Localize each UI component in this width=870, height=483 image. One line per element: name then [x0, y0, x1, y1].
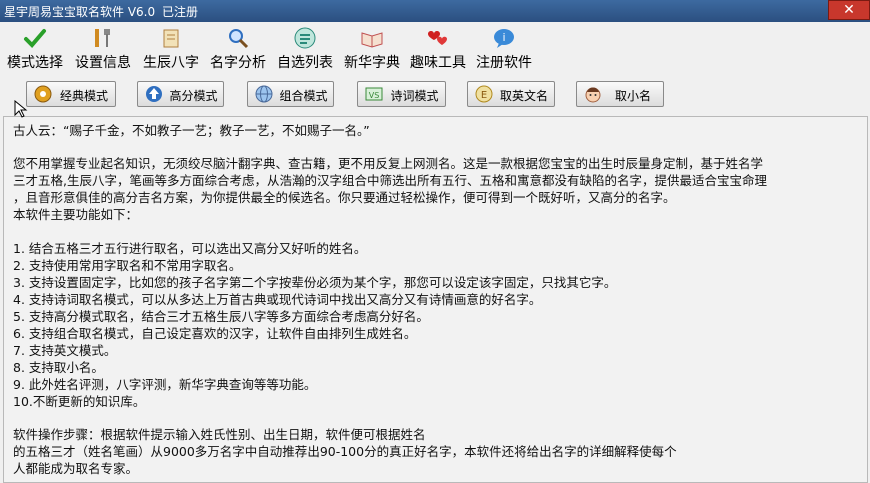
registration-status: 已注册 — [162, 5, 199, 19]
toolbar-item-name-analysis[interactable]: 名字分析 — [205, 24, 271, 71]
toolbar-item-label: 模式选择 — [7, 55, 63, 71]
poetry-mode-button[interactable]: VS 诗词模式 — [357, 81, 446, 107]
toolbar-item-label: 新华字典 — [344, 55, 400, 71]
toolbar-item-mode-select[interactable]: 模式选择 — [2, 24, 68, 71]
book-icon — [361, 32, 383, 48]
baby-icon — [585, 87, 601, 103]
english-icon: E — [475, 85, 493, 103]
nickname-button[interactable]: 取小名 — [576, 81, 664, 107]
classic-mode-button[interactable]: 经典模式 — [26, 81, 116, 107]
globe-icon — [255, 85, 273, 103]
check-icon — [24, 29, 46, 48]
english-name-button[interactable]: E 取英文名 — [467, 81, 555, 107]
gear-icon — [34, 85, 52, 103]
toolbar-item-label: 名字分析 — [210, 55, 266, 71]
toolbar-item-birth-chart[interactable]: 生辰八字 — [138, 24, 204, 71]
intro-text-panel[interactable]: 古人云：“赐子千金，不如教子一艺；教子一艺，不如赐子一名。” 您不用掌握专业起名… — [3, 116, 868, 483]
window-title: 星宇周易宝宝取名软件 V6.0 — [4, 5, 156, 19]
toolbar-item-settings[interactable]: 设置信息 — [70, 24, 136, 71]
toolbar-item-label: 自选列表 — [277, 55, 333, 71]
high-score-mode-button[interactable]: 高分模式 — [137, 81, 224, 107]
toolbar-item-fun-tools[interactable]: 趣味工具 — [405, 24, 471, 71]
tools-icon — [95, 29, 110, 47]
list-icon — [294, 27, 316, 49]
mouse-cursor-icon — [14, 100, 28, 118]
hearts-icon — [428, 31, 447, 45]
close-button[interactable]: ✕ — [828, 0, 870, 20]
toolbar-item-custom-list[interactable]: 自选列表 — [272, 24, 338, 71]
svg-text:VS: VS — [369, 91, 380, 100]
toolbar-item-label: 生辰八字 — [143, 55, 199, 71]
text-line: 人都能成为取名专家。 — [13, 461, 139, 476]
text-line: 本软件主要功能如下： — [13, 207, 139, 222]
toolbar: 模式选择 设置信息 生辰八字 名字分析 自选列表 新华字典 趣味工具 i 注册软… — [0, 22, 870, 72]
toolbar-item-register[interactable]: i 注册软件 — [471, 24, 537, 71]
title-bar: 星宇周易宝宝取名软件 V6.0 已注册 ✕ — [0, 0, 870, 22]
toolbar-item-dictionary[interactable]: 新华字典 — [339, 24, 405, 71]
combination-mode-button[interactable]: 组合模式 — [247, 81, 334, 107]
toolbar-item-label: 趣味工具 — [410, 55, 466, 71]
svg-text:i: i — [502, 31, 505, 44]
toolbar-item-label: 注册软件 — [476, 55, 532, 71]
mode-button-row: 经典模式 高分模式 组合模式 VS 诗词模式 E 取英文名 取小名 — [0, 72, 870, 116]
svg-text:E: E — [481, 90, 487, 101]
scroll-icon — [163, 29, 179, 48]
toolbar-item-label: 设置信息 — [75, 55, 131, 71]
text-line: 古人云：“赐子千金，不如教子一艺；教子一艺，不如赐子一名。” — [13, 123, 370, 138]
vs-icon: VS — [365, 87, 383, 101]
text-line: 10.不断更新的知识库。 — [13, 394, 146, 409]
chat-bubble-icon: i — [494, 29, 514, 48]
up-arrow-icon — [146, 86, 162, 102]
magnifier-icon — [229, 29, 249, 49]
